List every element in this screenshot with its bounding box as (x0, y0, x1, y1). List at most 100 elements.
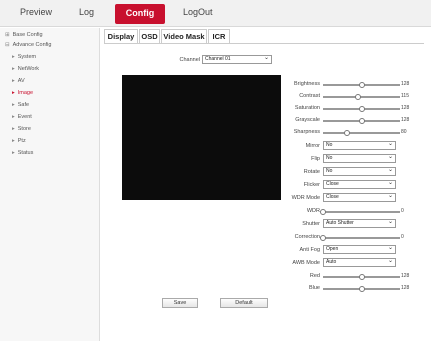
sharpness-slider-knob[interactable] (343, 130, 350, 136)
awb-mode-select-value: Auto (326, 259, 337, 265)
tab-video-mask[interactable]: Video Mask (161, 29, 207, 43)
sidebar-item-label: NetWork (17, 66, 40, 72)
flip-select[interactable]: No ⌄ (323, 154, 396, 163)
sharpness-slider[interactable] (323, 132, 400, 134)
sidebar-item-image[interactable]: ▸ Image (12, 90, 33, 96)
nav-logout[interactable]: LogOut (183, 7, 213, 17)
mirror-select[interactable]: No ⌄ (323, 141, 396, 150)
default-button[interactable]: Default (220, 298, 268, 308)
collapse-minus-icon: ⊟ (5, 42, 10, 48)
nav-preview[interactable]: Preview (20, 7, 52, 17)
flicker-select[interactable]: Close ⌄ (323, 180, 396, 189)
correction-slider-knob[interactable] (320, 235, 326, 241)
sidebar-item-label: Event (17, 114, 32, 120)
blue-label: Blue (308, 285, 320, 291)
sidebar-item-ptz[interactable]: ▸ Ptz (12, 138, 26, 144)
flicker-select-value: Close (326, 181, 339, 187)
bullet-arrow-icon: ▸ (12, 78, 15, 84)
sidebar-item-label: AV (17, 78, 25, 84)
contrast-label: Contrast (299, 93, 320, 99)
sidebar-item-label: Base Config (12, 32, 43, 38)
wdr-label: WDR (306, 208, 320, 214)
bullet-arrow-icon: ▸ (12, 114, 15, 120)
red-value: 128 (401, 273, 410, 279)
shutter-select[interactable]: Auto Shutter ⌄ (323, 219, 396, 228)
flip-select-value: No (326, 155, 333, 161)
tab-icr[interactable]: ICR (208, 29, 230, 43)
sidebar-item-store[interactable]: ▸ Store (12, 126, 31, 132)
wdr-mode-select-value: Close (326, 194, 339, 200)
rotate-label: Rotate (303, 169, 320, 175)
nav-config-label: Config (125, 8, 155, 18)
correction-label: Correction (294, 234, 320, 240)
channel-label: Channel (179, 57, 201, 63)
wdr-slider[interactable] (323, 211, 400, 213)
shutter-label: Shutter (302, 221, 320, 227)
sidebar-advance-config[interactable]: ⊟ Advance Config (5, 42, 51, 48)
contrast-slider-knob[interactable] (354, 94, 361, 100)
top-nav: Preview Log Config LogOut (0, 0, 431, 27)
sidebar-item-event[interactable]: ▸ Event (12, 114, 32, 120)
bullet-arrow-icon: ▸ (12, 66, 15, 72)
anti-fog-select[interactable]: Open ⌄ (323, 245, 396, 254)
tab-display[interactable]: Display (104, 29, 138, 43)
sidebar-item-status[interactable]: ▸ Status (12, 150, 33, 156)
wdr-slider-knob[interactable] (320, 209, 326, 215)
brightness-slider-knob[interactable] (358, 82, 365, 88)
mirror-label: Mirror (305, 143, 320, 149)
tab-osd[interactable]: OSD (139, 29, 160, 43)
sharpness-value: 80 (401, 129, 407, 135)
mirror-select-value: No (326, 142, 333, 148)
sidebar-item-network[interactable]: ▸ NetWork (12, 66, 39, 72)
bullet-arrow-icon: ▸ (12, 150, 15, 156)
chevron-down-icon: ⌄ (387, 167, 393, 173)
brightness-value: 128 (401, 81, 410, 87)
chevron-down-icon: ⌄ (387, 219, 393, 225)
sidebar-base-config[interactable]: ⊞ Base Config (5, 32, 43, 38)
red-slider-knob[interactable] (358, 274, 365, 280)
channel-select[interactable]: Channel 01 ⌄ (202, 55, 272, 64)
saturation-slider-knob[interactable] (358, 106, 365, 112)
expand-plus-icon: ⊞ (5, 32, 10, 38)
bullet-arrow-icon: ▸ (12, 138, 15, 144)
blue-value: 128 (401, 285, 410, 291)
saturation-label: Saturation (294, 105, 320, 111)
wdr-mode-select[interactable]: Close ⌄ (323, 193, 396, 202)
sidebar-item-av[interactable]: ▸ AV (12, 78, 25, 84)
rotate-select[interactable]: No ⌄ (323, 167, 396, 176)
grayscale-slider-knob[interactable] (358, 118, 365, 124)
sharpness-label: Sharpness (293, 129, 320, 135)
sidebar-item-label: Ptz (17, 138, 26, 144)
correction-slider[interactable] (323, 237, 400, 239)
blue-slider-knob[interactable] (358, 286, 365, 292)
flip-label: Flip (311, 156, 320, 162)
red-label: Red (309, 273, 320, 279)
chevron-down-icon: ⌄ (387, 141, 393, 147)
sidebar-item-label: System (17, 54, 37, 60)
sidebar-item-label: Image (17, 90, 34, 96)
grayscale-label: Grayscale (295, 117, 320, 123)
sidebar-item-safe[interactable]: ▸ Safe (12, 102, 29, 108)
chevron-down-icon: ⌄ (387, 258, 393, 264)
channel-select-value: Channel 01 (205, 56, 231, 62)
awb-mode-label: AWB Mode (292, 260, 320, 266)
contrast-value: 115 (401, 93, 409, 99)
bullet-arrow-icon: ▸ (12, 102, 15, 108)
brightness-label: Brightness (294, 81, 320, 87)
awb-mode-select[interactable]: Auto ⌄ (323, 258, 396, 267)
chevron-down-icon: ⌄ (387, 245, 393, 251)
anti-fog-label: Anti Fog (299, 247, 320, 253)
anti-fog-select-value: Open (326, 246, 339, 252)
chevron-down-icon: ⌄ (387, 193, 393, 199)
grayscale-value: 128 (401, 117, 410, 123)
tab-divider (104, 43, 424, 44)
contrast-slider[interactable] (323, 96, 400, 98)
bullet-arrow-icon: ▸ (12, 54, 15, 60)
nav-config[interactable]: Config (115, 4, 165, 24)
rotate-select-value: No (326, 168, 333, 174)
flicker-label: Flicker (303, 182, 320, 188)
sidebar-item-system[interactable]: ▸ System (12, 54, 36, 60)
nav-log[interactable]: Log (79, 7, 94, 17)
save-button[interactable]: Save (162, 298, 198, 308)
bullet-arrow-icon: ▸ (12, 126, 15, 132)
